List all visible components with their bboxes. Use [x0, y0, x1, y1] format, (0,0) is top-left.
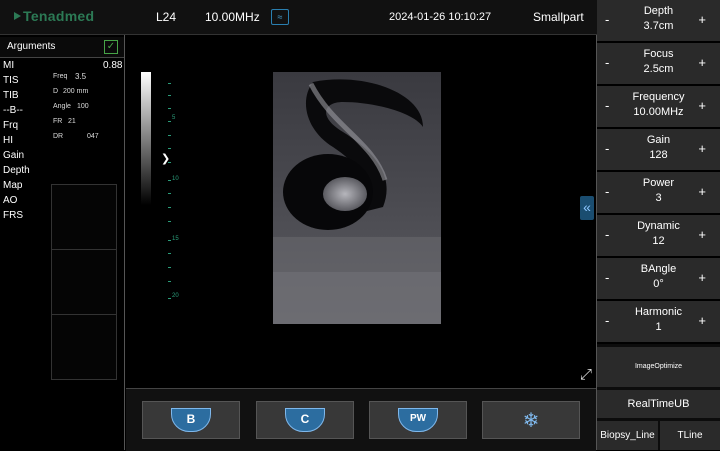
depth-param-label: D: [53, 88, 59, 95]
arg-item: Frq: [3, 120, 18, 131]
increase-button[interactable]: +: [698, 98, 706, 113]
fr-param-label: FR: [53, 118, 63, 125]
biopsy-line-button[interactable]: Biopsy_Line: [597, 421, 658, 450]
increase-button[interactable]: +: [698, 227, 706, 242]
increase-button[interactable]: +: [698, 141, 706, 156]
power-control: - Power 3 +: [597, 172, 720, 215]
snowflake-icon: ❄: [522, 409, 540, 432]
dr-param-label: DR: [53, 133, 64, 140]
freq-param-value: 3.5: [75, 72, 87, 81]
harmonic-control: - Harmonic 1 +: [597, 301, 720, 344]
collapse-panel-icon[interactable]: «: [580, 196, 594, 220]
c-mode-button[interactable]: C: [256, 401, 354, 439]
dynamic-control: - Dynamic 12 +: [597, 215, 720, 258]
increase-button[interactable]: +: [698, 12, 706, 27]
focus-control: - Focus 2.5cm +: [597, 43, 720, 86]
top-status-bar: Tenadmed L24 10.00MHz ≈ 2024-01-26 10:10…: [0, 0, 597, 35]
ruler-label: 20: [172, 293, 179, 299]
arguments-list: MI TIS TIB --B-- Frq HI Gain Depth Map A…: [3, 58, 30, 223]
thumbnail-slot[interactable]: [51, 249, 117, 315]
wifi-icon[interactable]: ≈: [271, 9, 289, 25]
arg-item: Depth: [3, 165, 30, 176]
b-mode-icon: B: [171, 408, 211, 432]
arg-item: HI: [3, 135, 13, 146]
ruler-label: 15: [172, 236, 179, 242]
fullscreen-icon[interactable]: ⤢: [577, 366, 595, 384]
arguments-title: Arguments: [7, 41, 56, 52]
gain-control: - Gain 128 +: [597, 129, 720, 172]
freq-param-label: Freq: [53, 73, 68, 80]
pw-mode-button[interactable]: PW: [369, 401, 467, 439]
fr-param-value: 21: [68, 118, 76, 125]
increase-button[interactable]: +: [698, 270, 706, 285]
arg-item: FRS: [3, 210, 23, 221]
ruler-label: 5: [172, 115, 176, 121]
depth-ruler: 5 10 15 20: [168, 75, 182, 305]
grayscale-bar: [141, 72, 151, 205]
angle-param-value: 100: [77, 103, 89, 110]
dr-param-value: 047: [87, 133, 99, 140]
arg-item: --B--: [3, 105, 23, 116]
tline-button[interactable]: TLine: [660, 421, 720, 450]
arguments-panel: Arguments ✓ MI TIS TIB --B-- Frq HI Gain…: [0, 35, 125, 450]
arg-item: Gain: [3, 150, 25, 161]
image-optimize-button[interactable]: ImageOptimize: [597, 347, 720, 387]
arg-item: MI: [3, 60, 15, 71]
arguments-toggle-checkbox[interactable]: ✓: [104, 40, 118, 54]
control-panel: - Depth 3.7cm + - Focus 2.5cm + - Freque…: [597, 0, 720, 450]
depth-control: - Depth 3.7cm +: [597, 0, 720, 43]
divider: [124, 35, 125, 450]
depth-param-value: 200 mm: [63, 88, 89, 95]
realtime-ub-button[interactable]: RealTimeUB: [597, 390, 720, 418]
arg-item: AO: [3, 195, 18, 206]
probe-label: L24: [156, 10, 177, 24]
datetime-label: 2024-01-26 10:10:27: [389, 11, 492, 23]
mode-bar: B C PW ❄: [126, 388, 596, 451]
thumbnail-slot[interactable]: [51, 314, 117, 380]
pw-mode-icon: PW: [398, 408, 438, 432]
thumbnail-slot[interactable]: [51, 184, 117, 250]
mi-value: 0.88: [103, 60, 123, 71]
frequency-control: - Frequency 10.00MHz +: [597, 86, 720, 129]
increase-button[interactable]: +: [698, 55, 706, 70]
arg-item: Map: [3, 180, 23, 191]
arg-item: TIS: [3, 75, 19, 86]
increase-button[interactable]: +: [698, 184, 706, 199]
angle-param-label: Angle: [53, 103, 71, 110]
ultrasound-image[interactable]: [273, 72, 441, 324]
bangle-control: - BAngle 0° +: [597, 258, 720, 301]
arguments-header: Arguments ✓: [0, 37, 124, 58]
c-mode-icon: C: [285, 408, 325, 432]
arg-item: TIB: [3, 90, 19, 101]
increase-button[interactable]: +: [698, 313, 706, 328]
brand-logo: Tenadmed: [14, 8, 94, 24]
ruler-label: 10: [172, 176, 179, 182]
frequency-label: 10.00MHz: [205, 10, 260, 24]
freeze-button[interactable]: ❄: [482, 401, 580, 439]
b-mode-button[interactable]: B: [142, 401, 240, 439]
exam-mode-label[interactable]: Smallpart: [533, 10, 584, 24]
